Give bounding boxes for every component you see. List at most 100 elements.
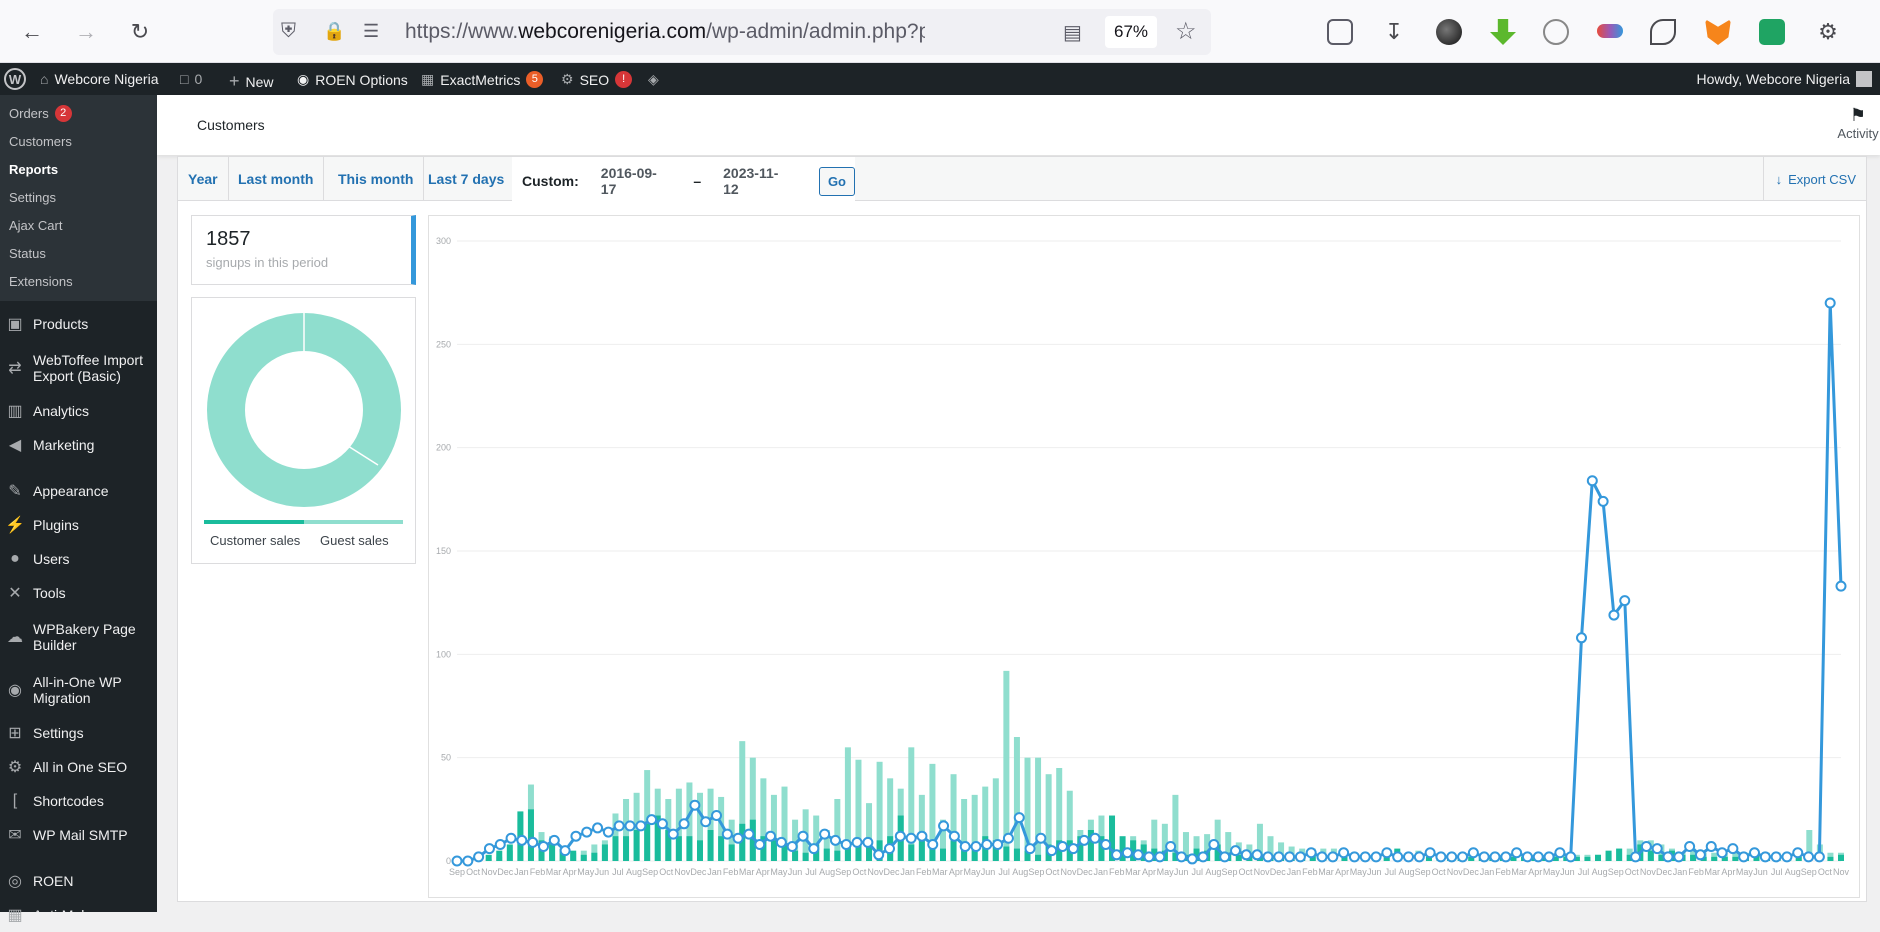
signups-point [797,830,809,842]
customer-bar [823,848,830,861]
signups-point [1738,851,1750,863]
sidebar-item-all-in-one-wp-migration[interactable]: ◉ All-in-One WP Migration [0,663,157,716]
tab-this-month[interactable]: This month [328,157,425,201]
diamond-plugin-icon[interactable]: ◈ [648,71,659,88]
extension-globe-icon[interactable] [1543,19,1569,45]
submenu-settings[interactable]: Settings [0,183,157,211]
custom-label: Custom: [522,173,579,189]
comments-link[interactable]: □ 0 [180,71,202,87]
extension-spheres-icon[interactable] [1436,19,1462,45]
x-tick-label: Feb [1688,867,1704,877]
signups-point [938,820,950,832]
exactmetrics-link[interactable]: ▦ ExactMetrics 5 [421,71,544,88]
zoom-level[interactable]: 67% [1105,16,1157,48]
pocket-icon[interactable] [1327,19,1353,45]
signups-point [948,830,960,842]
sidebar-item-webtoffee-import-export-basic[interactable]: ⇄ WebToffee Import Export (Basic) [0,341,157,394]
back-icon[interactable]: ← [14,14,50,50]
x-tick-label: Jan [900,867,915,877]
sidebar-item-label: Analytics [33,403,90,419]
forward-icon[interactable]: → [68,14,104,50]
sidebar-item-roen[interactable]: ◎ ROEN [0,864,157,898]
reload-icon[interactable]: ↻ [122,14,158,50]
x-tick-label: May [577,867,595,877]
x-tick-label: Apr [756,867,770,877]
exactmetrics-badge: 5 [526,71,544,88]
reader-view-icon[interactable]: ▤ [1063,20,1082,45]
signups-point [1727,843,1739,855]
sidebar-item-anti-malware[interactable]: ▦ Anti-Malware [0,898,157,932]
activity-button[interactable]: ⚑ Activity [1836,105,1880,141]
signups-point [646,814,658,826]
export-label: Export CSV [1788,171,1856,187]
extension-rainbow-icon[interactable] [1597,24,1623,38]
legend-guest-sales[interactable]: Guest sales [320,533,389,548]
signups-point [775,836,787,848]
signups-point [1824,297,1836,309]
sidebar-item-appearance[interactable]: ✎ Appearance [0,474,157,508]
signups-point [1489,851,1501,863]
seo-icon: ⚙ [7,759,23,776]
export-csv-button[interactable]: ↓ Export CSV [1762,157,1866,201]
extension-leaf-icon[interactable] [1650,19,1676,45]
sidebar-item-label: WP Mail SMTP [33,827,128,843]
sidebar-item-shortcodes[interactable]: [Shortcodes [0,784,157,818]
legend-customer-sales[interactable]: Customer sales [210,533,300,548]
sidebar-item-analytics[interactable]: ▥ Analytics [0,394,157,428]
lock-icon[interactable]: 🔒 [323,21,345,42]
signups-point [1543,851,1555,863]
signups-point [1521,851,1533,863]
tab-last-month[interactable]: Last month [228,157,325,201]
sidebar-item-plugins[interactable]: ⚡ Plugins [0,508,157,542]
signups-stat[interactable]: 1857 signups in this period [191,215,416,285]
sidebar-item-wpbakery-page-builder[interactable]: ☁ WPBakery Page Builder [0,610,157,663]
signups-point [1230,845,1241,857]
signups-point [451,855,463,867]
extensions-puzzle-icon[interactable]: ⚙ [1810,14,1846,50]
seo-label: SEO [579,71,610,88]
submenu-ajax-cart[interactable]: Ajax Cart [0,211,157,239]
submenu-status[interactable]: Status [0,239,157,267]
metamask-fox-icon[interactable] [1705,19,1731,45]
x-tick-label: Aug [626,867,642,877]
download-icon[interactable]: ↧ [1376,14,1412,50]
y-tick-label: 150 [436,546,451,556]
shield-icon[interactable]: ⛨ [281,20,296,43]
sidebar-item-products[interactable]: ▣ Products [0,307,157,341]
submenu-customers[interactable]: Customers [0,127,157,155]
go-button[interactable]: Go [818,166,855,196]
customers-report: Year Last month This month Last 7 days C… [177,156,1867,902]
sidebar-item-wp-mail-smtp[interactable]: ✉ WP Mail SMTP [0,818,157,852]
permissions-icon[interactable]: ☰ [363,21,379,42]
submenu-extensions[interactable]: Extensions [0,267,157,295]
x-tick-label: Jul [612,867,624,877]
sidebar-item-users[interactable]: ● Users [0,542,157,576]
sidebar-item-label: All in One SEO [33,759,128,775]
roen-options-link[interactable]: ◉ ROEN Options [297,71,408,88]
url-text[interactable]: https://www.webcorenigeria.com/wp-admin/… [405,20,925,44]
extension-green-arrow-icon[interactable] [1490,19,1516,45]
submenu-orders[interactable]: Orders 2 [0,99,157,127]
bookmark-star-icon[interactable]: ☆ [1175,17,1197,46]
date-from-field[interactable]: 2016-09-17 [601,165,672,197]
sidebar-item-marketing[interactable]: ◀ Marketing [0,428,157,462]
tab-year[interactable]: Year [178,157,229,201]
wordpress-logo-icon[interactable]: W [4,68,26,90]
extension-green-box-icon[interactable] [1759,19,1785,45]
sidebar-item-all-in-one-seo[interactable]: ⚙ All in One SEO [0,750,157,784]
sidebar-item-tools[interactable]: ✕ Tools [0,576,157,610]
date-to-field[interactable]: 2023-11-12 [723,165,793,197]
sidebar-item-settings[interactable]: ⊞ Settings [0,716,157,750]
site-name-link[interactable]: ⌂ Webcore Nigeria [40,71,158,87]
address-bar[interactable]: ⛨ 🔒 ☰ https://www.webcorenigeria.com/wp-… [273,9,1211,55]
signups-point [1673,851,1685,863]
sidebar-item-label: Settings [33,725,84,741]
signups-point [1511,847,1523,859]
signups-point [862,836,874,848]
seo-link[interactable]: ⚙ SEO! [561,71,633,88]
new-content-link[interactable]: + New [229,71,274,92]
x-tick-label: Mar [1705,867,1721,877]
submenu-reports[interactable]: Reports [0,155,157,183]
tab-last-7-days[interactable]: Last 7 days [418,157,516,201]
howdy-account[interactable]: Howdy, Webcore Nigeria [1696,71,1872,87]
